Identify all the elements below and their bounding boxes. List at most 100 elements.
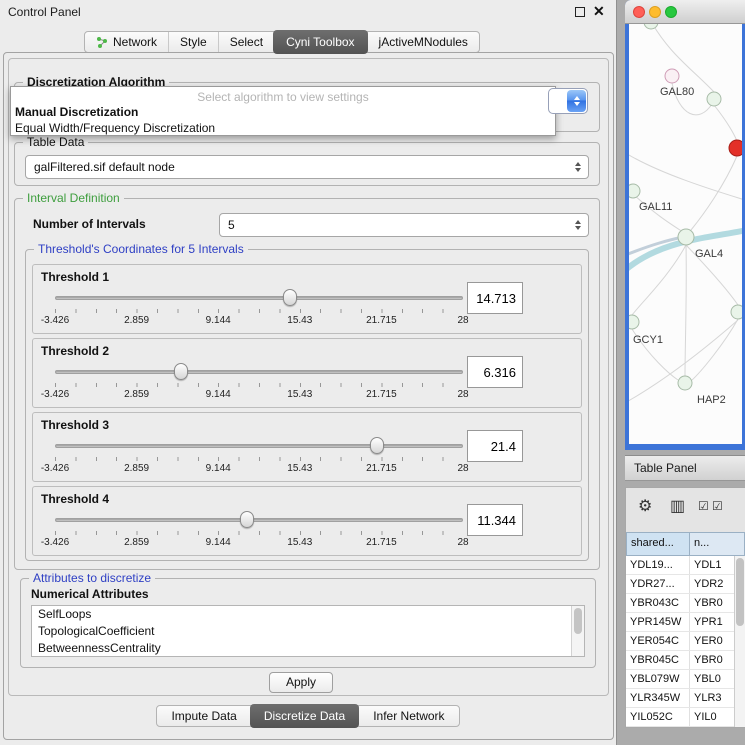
tab-select[interactable]: Select	[218, 32, 274, 52]
threshold-3-label: Threshold 3	[41, 418, 109, 432]
table-row[interactable]: YLR345WYLR3	[626, 689, 734, 708]
select-rows-checkbox-icon[interactable]: ☑	[712, 499, 723, 513]
network-node-label: GAL80	[660, 86, 694, 98]
panel-title: Control Panel	[8, 5, 81, 19]
table-data-combo-value: galFiltered.sif default node	[34, 160, 175, 174]
table-row[interactable]: YER054CYER0	[626, 632, 734, 651]
select-all-checkbox-icon[interactable]: ☑	[698, 499, 709, 513]
network-node-label: GCY1	[633, 334, 663, 346]
threshold-2-label: Threshold 2	[41, 344, 109, 358]
tab-style[interactable]: Style	[168, 32, 218, 52]
threshold-4-slider-handle[interactable]	[240, 511, 254, 528]
scrollbar-thumb[interactable]	[736, 558, 744, 626]
tab-network[interactable]: Network	[85, 32, 168, 52]
slider-track[interactable]	[55, 370, 463, 374]
algorithm-dropdown-popup: Select algorithm to view settings Manual…	[10, 86, 556, 136]
numerical-attributes-label: Numerical Attributes	[31, 587, 149, 601]
tab-jactivemnodules[interactable]: jActiveMNodules	[367, 32, 479, 52]
float-window-icon[interactable]	[575, 7, 585, 17]
threshold-2-slider: -3.426 2.859 9.144 15.43 21.715 28	[55, 361, 463, 405]
control-panel: Control Panel ✕ Network Style Select Cyn…	[0, 0, 617, 745]
threshold-4-slider: -3.426 2.859 9.144 15.43 21.715 28	[55, 509, 463, 553]
column-header-name[interactable]: n...	[690, 532, 745, 556]
network-node[interactable]	[678, 229, 694, 245]
algorithm-placeholder: Select algorithm to view settings	[11, 87, 555, 104]
threshold-1-slider-handle[interactable]	[283, 289, 297, 306]
slider-track[interactable]	[55, 518, 463, 522]
table-panel-header[interactable]: Table Panel	[625, 455, 745, 481]
table-data-combo[interactable]: galFiltered.sif default node	[25, 155, 589, 179]
table-row[interactable]: YPR145WYPR1	[626, 613, 734, 632]
threshold-3-slider-handle[interactable]	[370, 437, 384, 454]
table-row[interactable]: YDL19...YDL1	[626, 556, 734, 575]
column-header-shared[interactable]: shared...	[626, 532, 690, 556]
threshold-2-row: Threshold 2 -3.426 2.859 9.144 15.43 21.…	[32, 338, 582, 408]
combo-stepper-icon[interactable]	[567, 90, 586, 112]
scrollbar-thumb[interactable]	[574, 608, 582, 634]
group-label: Threshold's Coordinates for 5 Intervals	[34, 242, 248, 256]
numerical-attributes-list: SelfLoops TopologicalCoefficient Between…	[31, 605, 585, 657]
table-data-group: Table Data galFiltered.sif default node	[14, 142, 600, 186]
network-node[interactable]	[629, 184, 640, 198]
tab-discretize-data[interactable]: Discretize Data	[250, 704, 359, 728]
algorithm-option-manual[interactable]: Manual Discretization	[11, 104, 555, 120]
list-item[interactable]: TopologicalCoefficient	[32, 623, 584, 640]
algorithm-combo-fragment[interactable]	[548, 88, 588, 114]
network-node[interactable]	[629, 315, 639, 329]
table-row[interactable]: YBL079WYBL0	[626, 670, 734, 689]
network-node-label: HAP2	[697, 394, 726, 406]
tab-label: Network	[113, 35, 157, 49]
window-zoom-traffic-icon[interactable]	[665, 6, 677, 18]
threshold-1-value-field[interactable]	[467, 282, 523, 314]
top-tab-bar: Network Style Select Cyni Toolbox jActiv…	[84, 31, 480, 53]
network-node-selected-red[interactable]	[729, 140, 742, 156]
table-row[interactable]: YDR27...YDR2	[626, 575, 734, 594]
table-row[interactable]: YIL052CYIL0	[626, 708, 734, 727]
apply-button[interactable]: Apply	[269, 672, 333, 693]
table-rows: YDL19...YDL1 YDR27...YDR2 YBR043CYBR0 YP…	[626, 556, 734, 727]
columns-icon[interactable]: ▥	[670, 496, 685, 516]
slider-track[interactable]	[55, 444, 463, 448]
list-item[interactable]: BetweennessCentrality	[32, 640, 584, 657]
tab-infer-network[interactable]: Infer Network	[358, 706, 458, 726]
network-canvas[interactable]: GAL80 GAL11 GAL4 GCY1 HAP2	[629, 24, 742, 444]
slider-scale: -3.426 2.859 9.144 15.43 21.715 28	[55, 537, 463, 549]
window-minimize-traffic-icon[interactable]	[649, 6, 661, 18]
network-view-window: GAL80 GAL11 GAL4 GCY1 HAP2	[625, 0, 745, 450]
slider-track[interactable]	[55, 296, 463, 300]
threshold-1-label: Threshold 1	[41, 270, 109, 284]
window-close-traffic-icon[interactable]	[633, 6, 645, 18]
threshold-4-value-field[interactable]	[467, 504, 523, 536]
attributes-group: Attributes to discretize Numerical Attri…	[20, 578, 596, 668]
network-node[interactable]	[678, 376, 692, 390]
tab-cyni-toolbox[interactable]: Cyni Toolbox	[273, 30, 367, 54]
table-panel-toolbar: ⚙ ▥ ☑ ☑	[626, 488, 745, 532]
tab-impute-data[interactable]: Impute Data	[157, 706, 250, 726]
threshold-4-row: Threshold 4 -3.426 2.859 9.144 15.43 21.…	[32, 486, 582, 556]
slider-scale: -3.426 2.859 9.144 15.43 21.715 28	[55, 389, 463, 401]
algorithm-option-equal-width[interactable]: Equal Width/Frequency Discretization	[11, 120, 555, 136]
threshold-1-slider: -3.426 2.859 9.144 15.43 21.715 28	[55, 287, 463, 331]
close-icon[interactable]: ✕	[593, 3, 605, 20]
network-node-label: GAL11	[639, 201, 672, 213]
network-node-pink[interactable]	[665, 69, 679, 83]
threshold-2-slider-handle[interactable]	[174, 363, 188, 380]
network-node[interactable]	[731, 305, 742, 319]
combo-arrows-icon	[575, 220, 581, 230]
table-row[interactable]: YBR043CYBR0	[626, 594, 734, 613]
group-label: Table Data	[23, 135, 88, 149]
slider-ticks	[55, 457, 463, 461]
table-scrollbar[interactable]	[734, 556, 745, 727]
network-window-titlebar[interactable]	[625, 0, 745, 24]
attributes-scrollbar[interactable]	[571, 606, 584, 656]
table-row[interactable]: YBR045CYBR0	[626, 651, 734, 670]
gear-icon[interactable]: ⚙	[638, 496, 652, 516]
network-node[interactable]	[707, 92, 721, 106]
threshold-2-value-field[interactable]	[467, 356, 523, 388]
threshold-3-value-field[interactable]	[467, 430, 523, 462]
thresholds-group: Threshold's Coordinates for 5 Intervals …	[25, 249, 589, 561]
network-node[interactable]	[644, 24, 658, 29]
table-panel: ⚙ ▥ ☑ ☑ shared... n... YDL19...YDL1 YDR2…	[625, 487, 745, 728]
list-item[interactable]: SelfLoops	[32, 606, 584, 623]
number-of-intervals-combo[interactable]: 5	[219, 213, 589, 237]
